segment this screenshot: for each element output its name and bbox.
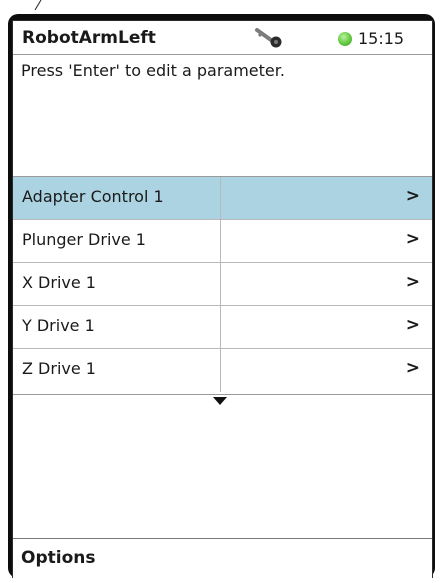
- list-item-y-drive-1[interactable]: Y Drive 1 >: [13, 306, 432, 349]
- chevron-right-icon: >: [405, 272, 420, 292]
- options-softkey[interactable]: Options: [21, 548, 95, 568]
- list-item-x-drive-1[interactable]: X Drive 1 >: [13, 263, 432, 306]
- title-bar: RobotArmLeft 15:15: [13, 21, 432, 55]
- list-item-plunger-drive-1[interactable]: Plunger Drive 1 >: [13, 220, 432, 263]
- list-item-z-drive-1[interactable]: Z Drive 1 >: [13, 349, 432, 392]
- chevron-right-icon: >: [405, 315, 420, 335]
- chevron-right-icon: >: [405, 229, 420, 249]
- parameter-list: Adapter Control 1 > Plunger Drive 1 > X …: [13, 176, 432, 395]
- chevron-right-icon: >: [405, 186, 420, 206]
- list-item-adapter-control-1[interactable]: Adapter Control 1 >: [13, 177, 432, 220]
- clock: 15:15: [358, 29, 405, 48]
- list-item-label: X Drive 1: [22, 273, 96, 292]
- list-item-label: Adapter Control 1: [22, 187, 164, 206]
- column-divider: [220, 220, 221, 263]
- device-screen: RobotArmLeft 15:15 Press 'Enter' to edit…: [12, 20, 433, 578]
- list-item-label: Z Drive 1: [22, 359, 96, 378]
- list-item-label: Y Drive 1: [22, 316, 95, 335]
- stray-mark: [34, 0, 42, 10]
- key-icon: [255, 28, 282, 48]
- app-title: RobotArmLeft: [22, 28, 156, 48]
- footer-bar: Options: [13, 538, 432, 578]
- instruction-text: Press 'Enter' to edit a parameter.: [21, 61, 285, 80]
- list-item-label: Plunger Drive 1: [22, 230, 146, 249]
- column-divider: [220, 306, 221, 349]
- column-divider: [220, 349, 221, 392]
- status-indicator-icon: [338, 32, 352, 46]
- column-divider: [220, 177, 221, 220]
- scroll-down-icon[interactable]: [213, 397, 227, 405]
- column-divider: [220, 263, 221, 306]
- chevron-right-icon: >: [405, 358, 420, 378]
